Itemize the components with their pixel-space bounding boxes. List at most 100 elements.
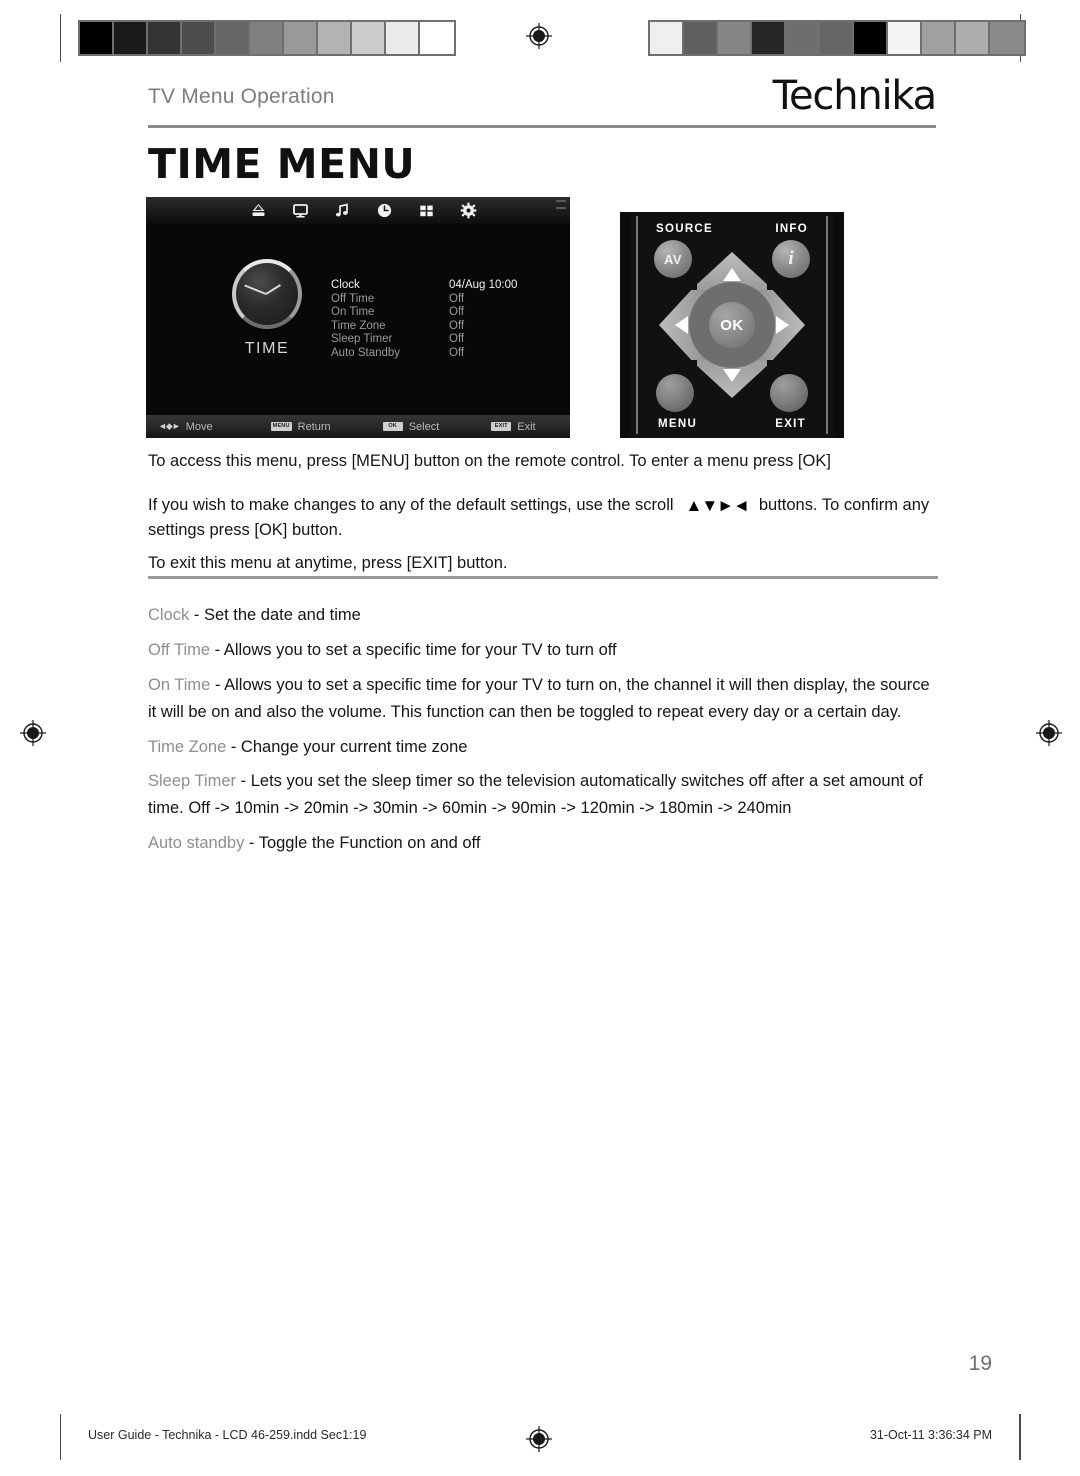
osd-row-value: Off xyxy=(449,333,465,345)
calibration-swatch xyxy=(854,22,888,54)
section-title: TV Menu Operation xyxy=(148,85,335,108)
crop-mark-bottom-right xyxy=(1020,1414,1021,1460)
description-on-time: On Time - Allows you to set a specific t… xyxy=(148,672,940,726)
description-term: Off Time xyxy=(148,640,211,659)
osd-hint-return: MENU Return xyxy=(270,420,331,433)
description-time-zone: Time Zone - Change your current time zon… xyxy=(148,734,940,761)
description-term: Clock xyxy=(148,606,190,624)
channel-antenna-icon xyxy=(250,202,267,219)
osd-hint-label: Exit xyxy=(517,420,536,433)
osd-row-label: On Time xyxy=(331,306,375,318)
remote-dpad: OK xyxy=(657,250,807,400)
calibration-swatch xyxy=(284,22,318,54)
osd-hint-label: Return xyxy=(297,420,331,433)
description-term: On Time xyxy=(148,675,211,694)
option-grid-icon xyxy=(418,202,435,219)
description-text: - Allows you to set a specific time for … xyxy=(148,675,930,721)
settings-description-list: Clock - Set the date and time Off Time -… xyxy=(148,602,940,865)
calibration-swatch xyxy=(956,22,990,54)
description-auto-standby: Auto standby - Toggle the Function on an… xyxy=(148,830,940,857)
remote-body: SOURCE INFO MENU EXIT AV i OK xyxy=(630,212,834,438)
remote-ok-button[interactable]: OK xyxy=(709,302,755,348)
remote-info-label: INFO xyxy=(775,223,808,235)
osd-row-value: Off xyxy=(449,319,465,332)
picture-monitor-icon xyxy=(292,202,309,219)
osd-row-value: 04/Aug 10:00 xyxy=(449,279,518,291)
osd-row-time-zone[interactable]: Time Zone Off xyxy=(331,320,546,334)
remote-source-label: SOURCE xyxy=(656,223,714,235)
calibration-swatch xyxy=(820,22,854,54)
sound-music-note-icon xyxy=(334,202,351,219)
page-footer: User Guide - Technika - LCD 46-259.indd … xyxy=(60,1414,1020,1460)
page-number: 19 xyxy=(968,1352,992,1375)
osd-hint-exit: EXIT Exit xyxy=(491,420,536,433)
arrow-down-icon xyxy=(723,369,741,382)
ok-key-icon: OK xyxy=(382,422,403,431)
calibration-strip-right xyxy=(648,20,1026,56)
description-term: Sleep Timer xyxy=(148,772,237,791)
menu-key-icon: MENU xyxy=(270,422,292,431)
remote-exit-label: EXIT xyxy=(775,418,806,430)
osd-hint-select: OK Select xyxy=(382,420,440,433)
content-divider xyxy=(148,576,938,579)
calibration-swatch xyxy=(990,22,1024,54)
osd-row-value: Off xyxy=(449,292,465,305)
osd-time-panel-icon: TIME xyxy=(212,259,322,358)
setup-gear-icon xyxy=(460,202,477,219)
osd-row-label: Auto Standby xyxy=(331,346,401,359)
calibration-swatch xyxy=(650,22,684,54)
registration-target-icon xyxy=(20,720,46,746)
osd-hint-bar: ◄◆► Move MENU Return OK Select EXIT Exit… xyxy=(146,415,570,438)
osd-icon-row xyxy=(250,202,477,219)
description-sleep-timer: Sleep Timer - Lets you set the sleep tim… xyxy=(148,768,940,822)
footer-timestamp: 31-Oct-11 3:36:34 PM xyxy=(869,1428,992,1442)
osd-row-off-time[interactable]: Off Time Off xyxy=(331,293,546,307)
osd-row-label: Sleep Timer xyxy=(331,333,393,345)
osd-hint-label: Select xyxy=(408,420,440,433)
scroll-arrows-icon: ▲▼►◄ xyxy=(685,496,750,515)
header-divider xyxy=(148,125,936,128)
description-term: Auto standby xyxy=(148,834,245,853)
arrow-left-icon xyxy=(675,316,688,334)
calibration-swatch xyxy=(148,22,182,54)
osd-row-label: Clock xyxy=(331,279,360,291)
calibration-swatch xyxy=(114,22,148,54)
calibration-swatch xyxy=(888,22,922,54)
instruction-scroll-before: If you wish to make changes to any of th… xyxy=(148,496,674,514)
calibration-swatch xyxy=(752,22,786,54)
registration-target-icon xyxy=(1036,720,1062,746)
footer-filename: User Guide - Technika - LCD 46-259.indd … xyxy=(88,1428,367,1442)
osd-row-label: Off Time xyxy=(331,292,375,305)
tv-osd-screenshot: TIME Clock 04/Aug 10:00 Off Time Off On … xyxy=(146,197,570,438)
registration-target-icon xyxy=(526,23,552,49)
analog-clock-icon xyxy=(232,259,302,329)
calibration-swatch xyxy=(80,22,114,54)
calibration-strip-left xyxy=(78,20,456,56)
osd-row-on-time[interactable]: On Time Off xyxy=(331,306,546,320)
calibration-swatch xyxy=(684,22,718,54)
calibration-swatch xyxy=(250,22,284,54)
instruction-exit: To exit this menu at anytime, press [EXI… xyxy=(148,554,508,572)
osd-hint-label: Move xyxy=(185,420,213,433)
calibration-swatch xyxy=(922,22,956,54)
calibration-swatch xyxy=(786,22,820,54)
crop-mark-top-left xyxy=(60,14,61,62)
exit-key-icon: EXIT xyxy=(491,422,512,431)
dpad-nav-icon: ◄◆► xyxy=(158,421,181,431)
calibration-swatch xyxy=(216,22,250,54)
page-title: TIME MENU xyxy=(148,140,416,188)
osd-row-auto-standby[interactable]: Auto Standby Off xyxy=(331,347,546,361)
page-canvas: TV Menu Operation Technika TIME MENU TIM… xyxy=(0,0,1080,1476)
osd-row-clock[interactable]: Clock 04/Aug 10:00 xyxy=(331,279,546,293)
osd-scroll-ticks xyxy=(556,200,566,214)
remote-menu-label: MENU xyxy=(658,418,698,430)
description-text: - Allows you to set a specific time for … xyxy=(214,640,617,659)
remote-edge-left xyxy=(636,216,638,434)
arrow-right-icon xyxy=(776,316,789,334)
calibration-swatch xyxy=(182,22,216,54)
calibration-swatch xyxy=(318,22,352,54)
description-clock: Clock - Set the date and time xyxy=(148,602,940,629)
clock-minute-hand xyxy=(244,284,267,295)
osd-row-sleep-timer[interactable]: Sleep Timer Off xyxy=(331,333,546,347)
osd-panel-label: TIME xyxy=(244,340,290,357)
